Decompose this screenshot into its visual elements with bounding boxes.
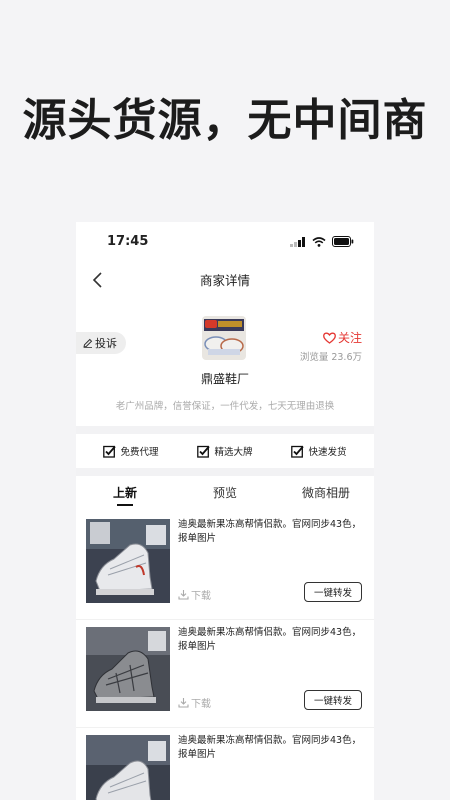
heart-icon — [323, 332, 336, 344]
product-image[interactable] — [86, 627, 170, 711]
forward-button[interactable]: 一键转发 — [304, 690, 362, 710]
download-label: 下载 — [191, 591, 211, 602]
checkbox-icon — [291, 445, 305, 458]
product-item[interactable]: 迪奥最新果冻高帮情侣款。官网同步43色，报单图片 下载 一键转发 — [76, 512, 374, 620]
download-button[interactable]: 下载 — [178, 587, 211, 602]
checkbox-icon — [197, 445, 211, 458]
tab-album[interactable]: 微商相册 — [302, 484, 350, 501]
product-item[interactable]: 迪奥最新果冻高帮情侣款。官网同步43色，报单图片 — [76, 728, 374, 800]
complain-button[interactable]: 投诉 — [76, 332, 126, 354]
merchant-description: 老广州品牌，信誉保证，一件代发，七天无理由退换 — [115, 401, 335, 412]
feature-label: 快速发货 — [308, 447, 347, 458]
feature-bar: 免费代理 精选大牌 快速发货 — [76, 434, 374, 468]
feature-item: 免费代理 — [103, 444, 159, 458]
tab-new[interactable]: 上新 — [113, 484, 137, 501]
complain-label: 投诉 — [95, 337, 117, 350]
tab-bar: 上新 预览 微商相册 — [76, 476, 374, 512]
product-item[interactable]: 迪奥最新果冻高帮情侣款。官网同步43色，报单图片 下载 一键转发 — [76, 620, 374, 728]
edit-icon — [83, 338, 93, 348]
merchant-logo — [202, 316, 246, 360]
status-time: 17:45 — [107, 234, 149, 249]
signal-icon — [290, 236, 305, 247]
download-button[interactable]: 下载 — [178, 695, 211, 710]
forward-button[interactable]: 一键转发 — [304, 582, 362, 602]
feature-label: 精选大牌 — [214, 447, 253, 458]
download-icon — [178, 590, 189, 600]
product-description: 迪奥最新果冻高帮情侣款。官网同步43色，报单图片 — [178, 735, 362, 760]
product-image[interactable] — [86, 735, 170, 800]
product-description: 迪奥最新果冻高帮情侣款。官网同步43色，报单图片 — [178, 519, 362, 544]
nav-bar: 商家详情 — [76, 262, 374, 302]
follow-button[interactable]: 关注 — [323, 329, 362, 346]
nav-title: 商家详情 — [199, 273, 250, 288]
product-list: 迪奥最新果冻高帮情侣款。官网同步43色，报单图片 下载 一键转发 迪奥最新果冻高… — [76, 512, 374, 800]
merchant-card: 投诉 关注 浏览量 23.6万 鼎盛鞋厂 老广州品牌，信誉保证，一件代发，七天无… — [76, 302, 374, 426]
product-image[interactable] — [86, 519, 170, 603]
phone-screen: 17:45 商家详情 投诉 关注 浏览量 23.6万 鼎盛鞋厂 老广州品牌，信誉… — [76, 222, 374, 800]
feature-item: 快速发货 — [291, 444, 347, 458]
checkbox-icon — [103, 445, 117, 458]
download-icon — [178, 698, 189, 708]
product-description: 迪奥最新果冻高帮情侣款。官网同步43色，报单图片 — [178, 627, 362, 652]
merchant-name: 鼎盛鞋厂 — [200, 372, 249, 386]
battery-icon — [332, 236, 354, 247]
view-count: 浏览量 23.6万 — [299, 352, 362, 363]
feature-item: 精选大牌 — [197, 444, 253, 458]
tab-preview[interactable]: 预览 — [213, 484, 237, 501]
status-bar: 17:45 — [76, 222, 374, 262]
follow-label: 关注 — [337, 331, 362, 345]
headline: 源头货源，无中间商 — [22, 95, 428, 146]
feature-label: 免费代理 — [120, 447, 159, 458]
download-label: 下载 — [191, 699, 211, 710]
active-tab-indicator — [117, 504, 133, 506]
wifi-icon — [312, 236, 326, 247]
status-icons — [290, 236, 354, 247]
